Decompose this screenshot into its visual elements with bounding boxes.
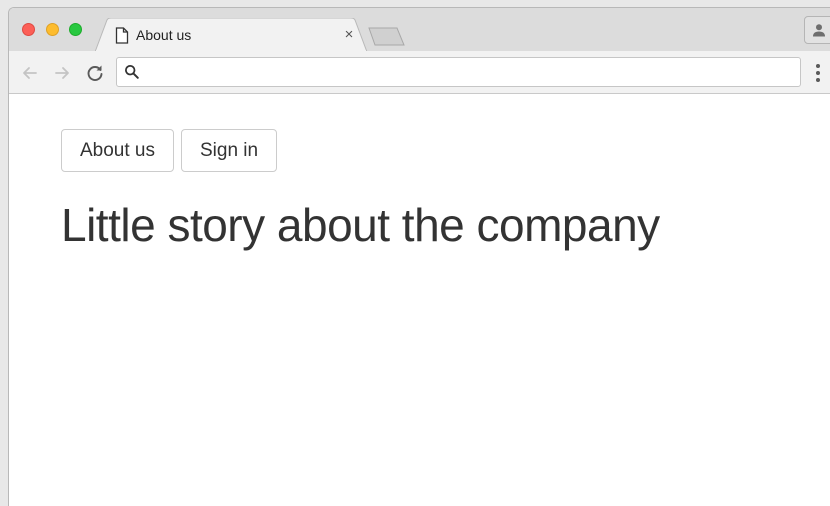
window-maximize-button[interactable] xyxy=(69,23,82,36)
more-vert-icon[interactable] xyxy=(810,63,826,83)
reload-icon[interactable] xyxy=(84,62,106,84)
sign-in-button[interactable]: Sign in xyxy=(181,129,278,172)
page-content: About us Sign in Little story about the … xyxy=(9,94,830,506)
window-minimize-button[interactable] xyxy=(46,23,59,36)
page-title: Little story about the company xyxy=(61,199,660,251)
new-tab-button[interactable] xyxy=(367,27,407,47)
forward-arrow-icon[interactable] xyxy=(51,62,73,84)
menu-dot xyxy=(816,64,820,68)
profile-icon xyxy=(813,24,825,37)
menu-dot xyxy=(816,78,820,82)
search-icon xyxy=(124,64,139,79)
tab-about-us[interactable]: About us × xyxy=(95,18,371,52)
back-arrow-icon[interactable] xyxy=(19,62,41,84)
page-nav: About us Sign in xyxy=(61,129,278,172)
browser-toolbar xyxy=(9,51,830,94)
tab-title: About us xyxy=(136,27,192,43)
profile-button[interactable] xyxy=(804,16,830,44)
about-us-button[interactable]: About us xyxy=(61,129,174,172)
address-input[interactable] xyxy=(145,62,789,84)
address-bar[interactable] xyxy=(116,57,801,87)
menu-dot xyxy=(816,71,820,75)
document-icon xyxy=(115,27,129,44)
window-close-button[interactable] xyxy=(22,23,35,36)
browser-window: About us × About us Sign in Little story… xyxy=(8,7,830,506)
tab-strip: About us × xyxy=(9,8,830,52)
tab-close-icon[interactable]: × xyxy=(340,26,358,44)
